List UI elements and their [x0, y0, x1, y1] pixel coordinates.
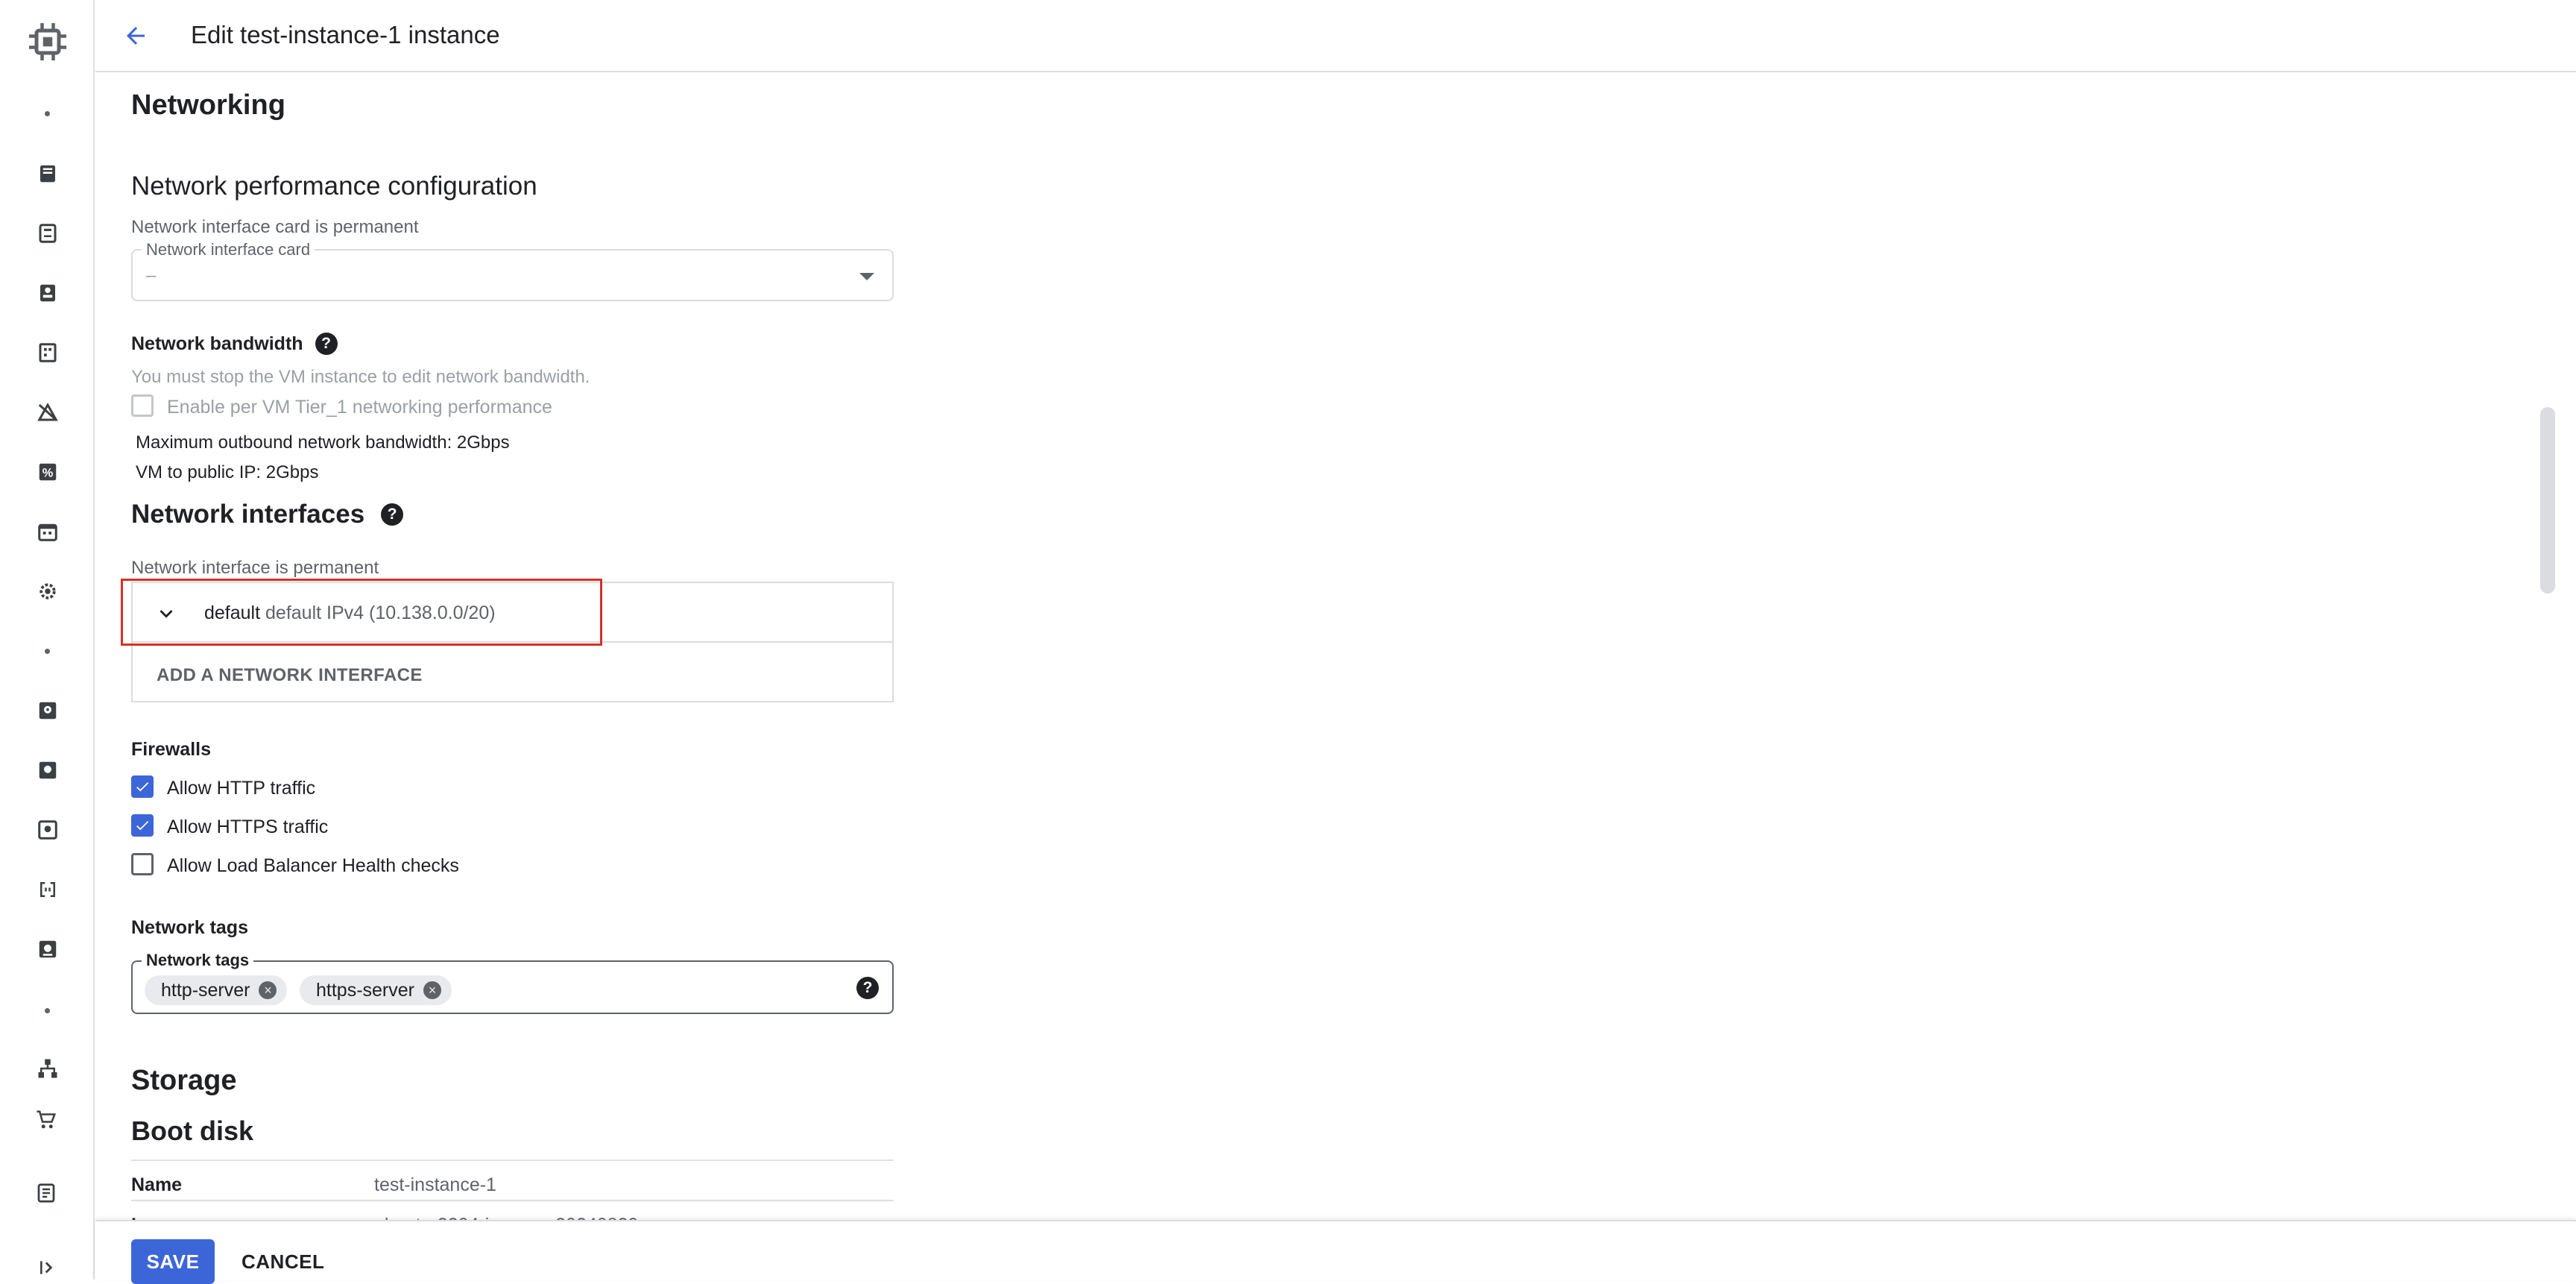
storage-pools-icon[interactable]: [31, 933, 64, 966]
remove-chip-icon[interactable]: ×: [259, 981, 277, 999]
table-key: Name: [131, 1174, 183, 1195]
nic-select[interactable]: Network interface card –: [131, 240, 894, 301]
compute-engine-logo-icon[interactable]: [22, 16, 73, 67]
svg-text:%: %: [42, 466, 54, 479]
allow-http-label: Allow HTTP traffic: [167, 778, 316, 799]
help-icon[interactable]: ?: [856, 977, 879, 999]
table-key: Image: [131, 1215, 185, 1220]
interfaces-heading-row: Network interfaces ?: [131, 500, 404, 529]
vm-public-text: VM to public IP: 2Gbps: [136, 462, 319, 482]
max-outbound-text: Maximum outbound network bandwidth: 2Gbp…: [136, 432, 510, 453]
machine-images-icon[interactable]: [31, 336, 64, 369]
nav-dot: [45, 649, 50, 654]
main-content: Networking Network performance configura…: [95, 73, 2555, 1220]
nav-dot: [45, 111, 50, 116]
interface-permanent-note: Network interface is permanent: [131, 558, 379, 578]
table-row: Name test-instance-1: [131, 1159, 894, 1201]
expand-nav-icon[interactable]: [31, 1253, 64, 1283]
remove-chip-icon[interactable]: ×: [423, 981, 441, 999]
left-nav-rail: %: [0, 0, 95, 1280]
marketplace-icon[interactable]: [30, 1104, 63, 1136]
tpus-icon[interactable]: [31, 396, 64, 429]
interface-detail: default IPv4 (10.138.0.0/20): [265, 602, 496, 623]
committed-use-discounts-icon[interactable]: %: [31, 456, 64, 488]
allow-https-label: Allow HTTPS traffic: [167, 816, 329, 837]
allow-lb-health-label: Allow Load Balancer Health checks: [167, 855, 459, 876]
nic-select-label: Network interface card: [142, 240, 315, 259]
boot-disk-heading: Boot disk: [131, 1115, 254, 1146]
tag-chip[interactable]: https-server ×: [300, 975, 452, 1005]
help-icon[interactable]: ?: [315, 333, 338, 355]
action-bar: SAVE CANCEL: [95, 1220, 2576, 1284]
async-replication-icon[interactable]: [31, 873, 64, 906]
settings-gear-icon[interactable]: [31, 575, 64, 608]
back-arrow-icon[interactable]: [119, 19, 152, 52]
performance-config-heading: Network performance configuration: [131, 171, 537, 201]
tier1-label: Enable per VM Tier_1 networking performa…: [167, 397, 552, 418]
help-icon[interactable]: ?: [381, 503, 404, 526]
allow-https-checkbox[interactable]: [131, 814, 154, 837]
nic-permanent-note: Network interface card is permanent: [131, 217, 419, 237]
tag-chip[interactable]: http-server ×: [145, 975, 288, 1005]
bandwidth-label-row: Network bandwidth ?: [131, 333, 338, 355]
network-tags-field-label: Network tags: [142, 951, 254, 970]
tag-chip-label: https-server: [316, 979, 414, 1001]
disks-icon[interactable]: [31, 694, 64, 727]
add-network-interface-button[interactable]: ADD A NETWORK INTERFACE: [157, 665, 423, 686]
vm-instances-icon[interactable]: [31, 157, 64, 190]
network-tags-input[interactable]: Network tags http-server × https-server …: [131, 951, 894, 1014]
network-tags-heading: Network tags: [131, 917, 248, 938]
sole-tenant-nodes-icon[interactable]: [31, 277, 64, 309]
save-button[interactable]: SAVE: [131, 1239, 215, 1284]
instance-groups-icon[interactable]: [31, 1052, 64, 1085]
network-interface-row[interactable]: default default IPv4 (10.138.0.0/20): [133, 583, 892, 643]
interface-name: default: [204, 602, 261, 623]
snapshots-icon[interactable]: [31, 754, 64, 787]
page-title: Edit test-instance-1 instance: [191, 21, 500, 48]
table-row: Image ubuntu-2204-jammy-v20240829: [131, 1201, 894, 1220]
interfaces-heading: Network interfaces: [131, 500, 365, 529]
allow-http-checkbox[interactable]: [131, 775, 154, 798]
reservations-icon[interactable]: [31, 515, 64, 548]
nav-dot: [45, 1008, 50, 1013]
table-value: test-instance-1: [374, 1174, 496, 1195]
storage-heading: Storage: [131, 1065, 237, 1096]
scrollbar-thumb[interactable]: [2540, 407, 2555, 594]
release-notes-icon[interactable]: [30, 1177, 63, 1209]
bandwidth-label: Network bandwidth: [131, 333, 303, 354]
instance-templates-icon[interactable]: [31, 217, 64, 250]
nic-select-value: –: [146, 265, 157, 286]
table-value: ubuntu-2204-jammy-v20240829: [374, 1215, 638, 1220]
allow-lb-health-checkbox[interactable]: [131, 853, 154, 875]
network-interfaces-list: default default IPv4 (10.138.0.0/20) ADD…: [131, 582, 894, 702]
dropdown-arrow-icon: [858, 271, 876, 286]
images-icon[interactable]: [31, 813, 64, 846]
page-header: Edit test-instance-1 instance: [95, 0, 2576, 72]
tier1-checkbox[interactable]: [131, 394, 154, 417]
interface-summary: default default IPv4 (10.138.0.0/20): [204, 602, 496, 624]
bandwidth-note: You must stop the VM instance to edit ne…: [131, 367, 590, 387]
tag-chip-label: http-server: [161, 979, 250, 1001]
networking-heading: Networking: [131, 89, 285, 121]
cancel-button[interactable]: CANCEL: [242, 1239, 324, 1284]
firewalls-heading: Firewalls: [131, 739, 211, 760]
chevron-down-icon[interactable]: [154, 601, 179, 630]
